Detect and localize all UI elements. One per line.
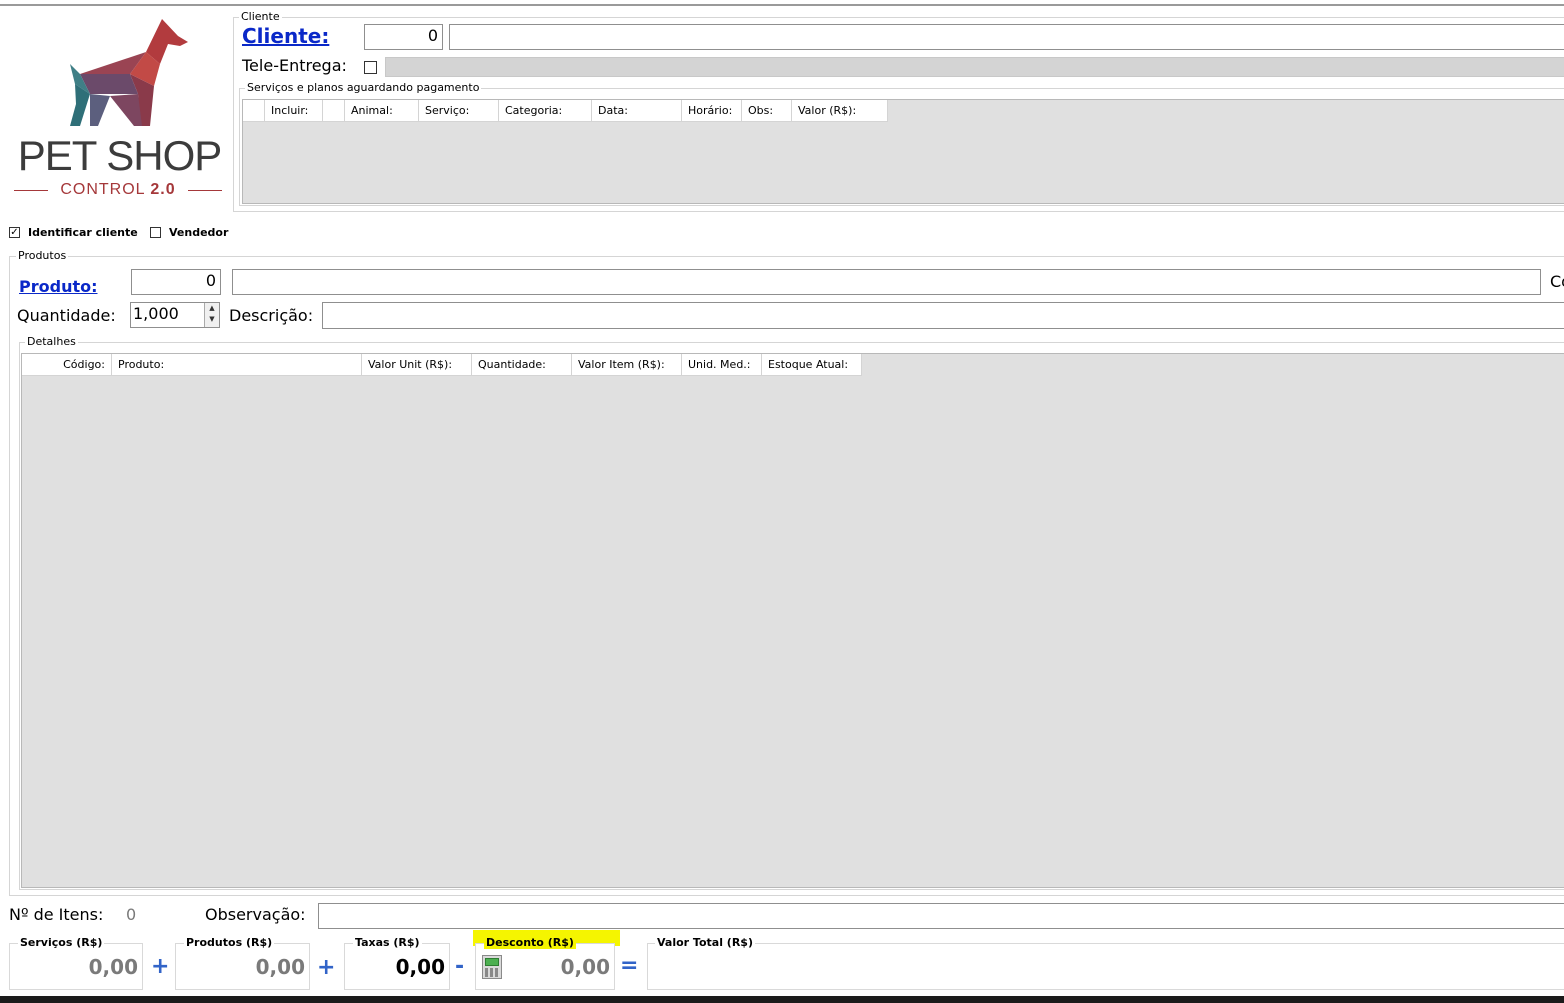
col-obs[interactable]: Obs: bbox=[742, 100, 792, 121]
logo: PET SHOP CONTROL 2.0 bbox=[8, 12, 228, 207]
taxas-total-label: Taxas (R$) bbox=[353, 936, 422, 949]
descricao-input[interactable] bbox=[322, 302, 1564, 329]
tele-entrega-address-field[interactable] bbox=[385, 57, 1564, 77]
col-incluir[interactable]: Incluir: bbox=[265, 100, 323, 121]
plus-operator: + bbox=[317, 955, 336, 980]
col-data[interactable]: Data: bbox=[592, 100, 682, 121]
cliente-code-input[interactable]: 0 bbox=[364, 24, 443, 50]
col-blank[interactable] bbox=[323, 100, 345, 121]
identificar-cliente-checkbox[interactable]: ✓ bbox=[9, 227, 20, 238]
tele-entrega-checkbox[interactable] bbox=[364, 61, 377, 74]
taxas-total-box[interactable]: 0,00 bbox=[344, 943, 450, 990]
servicos-total-value: 0,00 bbox=[88, 955, 138, 979]
quantidade-spin-buttons[interactable]: ▲ ▼ bbox=[204, 303, 219, 327]
services-grid-header: Incluir: Animal: Serviço: Categoria: Dat… bbox=[243, 100, 888, 122]
taxas-total-value: 0,00 bbox=[395, 955, 445, 979]
produto-name-input[interactable] bbox=[232, 269, 1541, 295]
vendedor-checkbox[interactable] bbox=[150, 227, 161, 238]
detalhes-grid-header: Código: Produto: Valor Unit (R$): Quanti… bbox=[22, 354, 862, 376]
produto-right-label: Co bbox=[1550, 272, 1564, 291]
observacao-input[interactable] bbox=[318, 903, 1564, 929]
equals-operator: = bbox=[620, 953, 639, 978]
col-valor-unit[interactable]: Valor Unit (R$): bbox=[362, 354, 472, 375]
detalhes-group-title: Detalhes bbox=[25, 335, 78, 348]
itens-value: 0 bbox=[126, 905, 137, 924]
col-categoria[interactable]: Categoria: bbox=[499, 100, 592, 121]
valor-total-label: Valor Total (R$) bbox=[655, 936, 755, 949]
col-quantidade[interactable]: Quantidade: bbox=[472, 354, 572, 375]
produto-code-input[interactable]: 0 bbox=[131, 269, 221, 295]
calculator-icon[interactable] bbox=[482, 955, 502, 979]
cliente-name-input[interactable] bbox=[449, 24, 1564, 50]
col-valor-item[interactable]: Valor Item (R$): bbox=[572, 354, 682, 375]
cliente-link[interactable]: Cliente: bbox=[242, 24, 329, 48]
vendedor-label: Vendedor bbox=[169, 226, 229, 239]
produto-link[interactable]: Produto: bbox=[19, 277, 98, 296]
dog-icon bbox=[70, 19, 188, 126]
logo-divider bbox=[14, 190, 48, 191]
servicos-total-box: 0,00 bbox=[9, 943, 143, 990]
services-grid[interactable]: Incluir: Animal: Serviço: Categoria: Dat… bbox=[242, 99, 1564, 204]
quantidade-stepper[interactable]: 1,000 ▲ ▼ bbox=[130, 302, 220, 328]
quantidade-label: Quantidade: bbox=[17, 306, 116, 325]
taskbar bbox=[0, 996, 1564, 1003]
logo-title: PET SHOP bbox=[17, 132, 223, 179]
servicos-total-label: Serviços (R$) bbox=[18, 936, 105, 949]
logo-divider bbox=[188, 190, 222, 191]
col-unid-med[interactable]: Unid. Med.: bbox=[682, 354, 762, 375]
logo-version: 2.0 bbox=[150, 181, 176, 198]
desconto-total-value: 0,00 bbox=[560, 955, 610, 979]
calculator-keys bbox=[485, 968, 499, 977]
cliente-group-title: Cliente bbox=[239, 10, 282, 23]
produtos-total-label: Produtos (R$) bbox=[184, 936, 275, 949]
observacao-label: Observação: bbox=[205, 905, 306, 924]
valor-total-box bbox=[647, 943, 1564, 990]
col-produto[interactable]: Produto: bbox=[112, 354, 362, 375]
logo-subtitle-text: CONTROL bbox=[60, 181, 151, 198]
calculator-screen bbox=[485, 958, 499, 966]
col-servico[interactable]: Serviço: bbox=[419, 100, 499, 121]
col-horario[interactable]: Horário: bbox=[682, 100, 742, 121]
plus-operator: + bbox=[151, 954, 170, 979]
produtos-group-title: Produtos bbox=[16, 249, 69, 262]
logo-subtitle: CONTROL 2.0 bbox=[48, 181, 188, 199]
produtos-total-value: 0,00 bbox=[255, 955, 305, 979]
desconto-total-label: Desconto (R$) bbox=[484, 936, 576, 949]
quantidade-value: 1,000 bbox=[133, 304, 179, 323]
produtos-total-box: 0,00 bbox=[175, 943, 310, 990]
col-codigo[interactable]: Código: bbox=[22, 354, 112, 375]
grid-row-header-col bbox=[243, 100, 265, 121]
identificar-cliente-label: Identificar cliente bbox=[28, 226, 138, 239]
detalhes-grid[interactable]: Código: Produto: Valor Unit (R$): Quanti… bbox=[21, 353, 1564, 888]
desconto-total-box[interactable]: 0,00 bbox=[475, 943, 615, 990]
itens-label: Nº de Itens: bbox=[9, 905, 104, 924]
col-valor[interactable]: Valor (R$): bbox=[792, 100, 888, 121]
descricao-label: Descrição: bbox=[229, 306, 314, 325]
services-group-title: Serviços e planos aguardando pagamento bbox=[245, 81, 482, 94]
minus-operator: - bbox=[455, 954, 465, 979]
col-animal[interactable]: Animal: bbox=[345, 100, 419, 121]
window-top-border bbox=[0, 4, 1564, 6]
col-estoque-atual[interactable]: Estoque Atual: bbox=[762, 354, 862, 375]
tele-entrega-label: Tele-Entrega: bbox=[242, 56, 347, 75]
